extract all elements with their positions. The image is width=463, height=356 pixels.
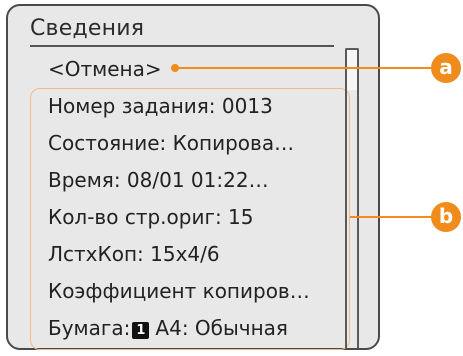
panel-title: Сведения bbox=[30, 16, 145, 41]
callout-a-badge: a bbox=[431, 53, 461, 83]
time-row: Время: 08/01 01:22… bbox=[48, 168, 269, 192]
paper-drawer-icon: 1 bbox=[132, 322, 150, 339]
scrollbar[interactable] bbox=[345, 48, 359, 348]
scrollbar-thumb[interactable] bbox=[347, 50, 357, 90]
status-row: Состояние: Копирова… bbox=[48, 131, 295, 155]
title-divider bbox=[30, 45, 334, 47]
original-pages-row: Кол-во стр.ориг: 15 bbox=[48, 205, 254, 229]
callout-a-line bbox=[175, 67, 435, 69]
job-number-row: Номер задания: 0013 bbox=[48, 94, 273, 118]
callout-b-badge: b bbox=[431, 202, 461, 232]
paper-row: Бумага: 1 A4: Обычная bbox=[48, 316, 344, 340]
callout-b-line bbox=[350, 216, 434, 218]
cancel-button[interactable]: <Отмена> bbox=[48, 57, 162, 81]
paper-value: A4: Обычная bbox=[155, 316, 288, 340]
sheets-copies-row: ЛстхКоп: 15x4/6 bbox=[48, 242, 220, 266]
copy-ratio-row: Коэффициент копиров… bbox=[48, 279, 310, 303]
paper-label: Бумага: bbox=[48, 316, 131, 340]
